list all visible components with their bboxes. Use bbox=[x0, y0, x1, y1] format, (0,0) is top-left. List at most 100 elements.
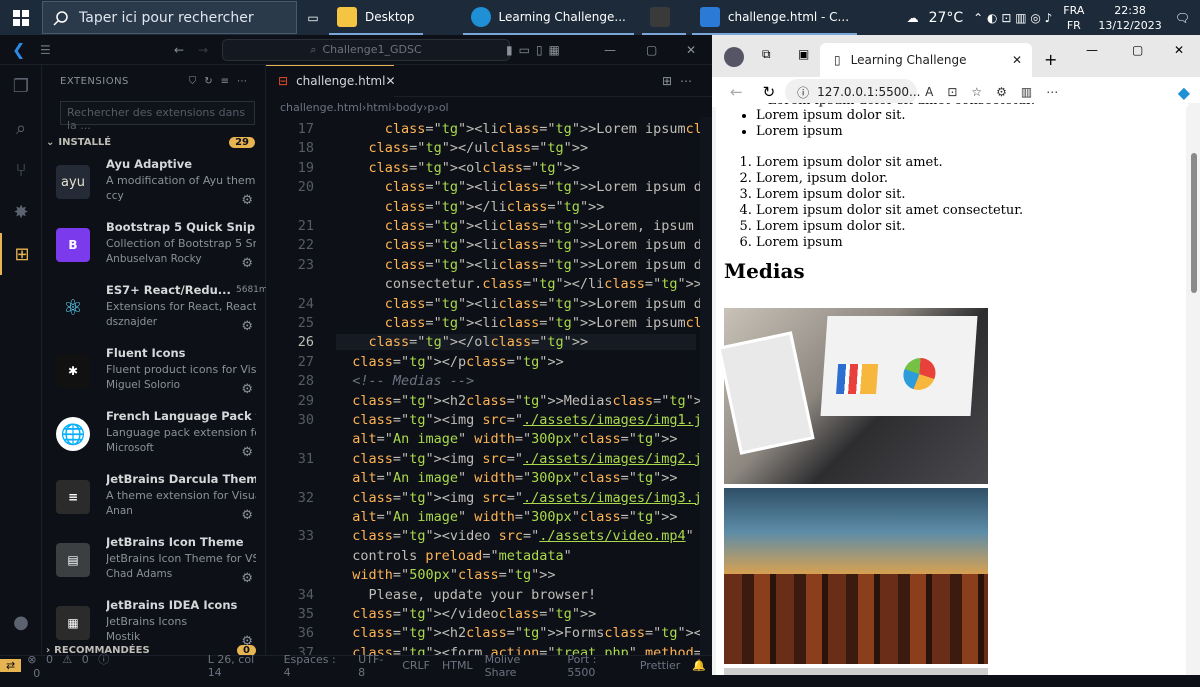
extension-list: ayu Ayu Adaptive A modification of Ayu t… bbox=[42, 153, 272, 657]
breadcrumb-item[interactable]: body bbox=[396, 101, 423, 114]
code-line[interactable]: class="tg"><img src="./assets/images/img… bbox=[336, 490, 726, 506]
filter-icons[interactable]: ⛉↻≡⋯ bbox=[189, 76, 255, 87]
code-line[interactable]: alt="An image" width="300px"class="tg">> bbox=[336, 509, 677, 525]
manage-gear-icon[interactable]: ⚙ bbox=[241, 256, 253, 271]
task-view-icon[interactable]: ▭ bbox=[297, 0, 329, 35]
code-line[interactable]: class="tg"></videoclass="tg">> bbox=[336, 606, 596, 622]
close-tab-icon[interactable]: ✕ bbox=[1012, 53, 1022, 67]
maximize-icon[interactable]: ▢ bbox=[646, 43, 657, 57]
installed-section-header[interactable]: ⌄ INSTALLÉ 29 bbox=[42, 131, 265, 153]
menu-icon[interactable]: ☰ bbox=[40, 43, 51, 57]
browser-tab[interactable]: ▯ Learning Challenge ✕ bbox=[820, 43, 1032, 77]
layout-icons[interactable]: ▮▭▯▦ bbox=[506, 43, 566, 57]
back-arrow-icon[interactable]: ← bbox=[730, 83, 743, 101]
code-line[interactable]: Please, update your browser! bbox=[336, 587, 597, 603]
tray-icons[interactable]: ⌃ ◐ ⊡ ▥ ◎ ♪ bbox=[973, 11, 1052, 25]
close-icon[interactable]: ✕ bbox=[686, 43, 696, 57]
extension-item[interactable]: ≡ JetBrains Darcula Theme A theme extens… bbox=[42, 468, 265, 531]
status-bar: ⇄ ⊗ 0 ⚠ 0 ⓘ 0 L 26, col 14 Espaces : 4 U… bbox=[0, 653, 712, 680]
account-icon[interactable]: ● bbox=[0, 601, 42, 643]
code-line[interactable]: class="tg"></ulclass="tg">> bbox=[336, 140, 589, 156]
command-center[interactable]: ⌕ Challenge1_GDSC bbox=[222, 38, 510, 61]
code-line[interactable]: controls preload="metadata" bbox=[336, 548, 572, 564]
notification-icon[interactable]: 🗨 bbox=[1175, 11, 1190, 25]
extension-description: JetBrains Icon Theme for VS... bbox=[106, 552, 256, 565]
chart-bars bbox=[836, 364, 879, 394]
debug-icon[interactable]: ✸ bbox=[0, 191, 42, 233]
breadcrumb-item[interactable]: ol bbox=[439, 101, 449, 114]
editor-actions-icons[interactable]: ⊞⋯ bbox=[662, 74, 700, 88]
remote-icon[interactable]: ⇄ bbox=[0, 659, 22, 672]
extension-item[interactable]: ayu Ayu Adaptive A modification of Ayu t… bbox=[42, 153, 265, 216]
extension-item[interactable]: ✱ Fluent Icons Fluent product icons for … bbox=[42, 342, 265, 405]
address-bar[interactable]: ⓘ 127.0.0.1:5500... bbox=[785, 79, 920, 105]
manage-gear-icon[interactable]: ⚙ bbox=[241, 193, 253, 208]
explorer-icon[interactable]: ❐ bbox=[0, 65, 42, 107]
code-line[interactable]: class="tg"></liclass="tg">> bbox=[336, 199, 605, 215]
code-line[interactable]: class="tg"><video src="./assets/video.mp… bbox=[336, 528, 693, 544]
manage-gear-icon[interactable]: ⚙ bbox=[241, 508, 253, 523]
manage-gear-icon[interactable]: ⚙ bbox=[241, 382, 253, 397]
bell-icon[interactable]: 🔔 bbox=[692, 659, 706, 672]
breadcrumb-item[interactable]: html bbox=[366, 101, 391, 114]
taskbar-app-vscode[interactable]: challenge.html - C... bbox=[691, 0, 858, 35]
manage-gear-icon[interactable]: ⚙ bbox=[241, 445, 253, 460]
code-line[interactable]: alt="An image" width="300px"class="tg">> bbox=[336, 431, 677, 447]
code-line[interactable]: class="tg"></olclass="tg">> bbox=[336, 334, 696, 351]
code-line[interactable]: <!-- Medias --> bbox=[336, 373, 474, 389]
list-item: Lorem, ipsum dolor. bbox=[756, 171, 1023, 187]
code-line[interactable]: width="500px"class="tg">> bbox=[336, 567, 555, 583]
scrollbar-thumb[interactable] bbox=[1191, 153, 1197, 293]
taskbar-app-explorer[interactable]: Desktop bbox=[329, 0, 423, 35]
extension-item[interactable]: ⚛ ES7+ React/Redu... Extensions for Reac… bbox=[42, 279, 272, 342]
taskbar-search-box[interactable]: Taper ici pour rechercher bbox=[42, 1, 297, 34]
toolbar-icons[interactable]: A⊡☆⚙▥⋯ bbox=[925, 85, 1072, 99]
list-item: Lorem ipsum dolor sit amet consectetur. bbox=[756, 203, 1023, 219]
code-line[interactable]: class="tg"></pclass="tg">> bbox=[336, 354, 563, 370]
breadcrumb-item[interactable]: p bbox=[427, 101, 434, 114]
breadcrumb-item[interactable]: challenge.html bbox=[280, 101, 362, 114]
minimize-icon[interactable]: — bbox=[604, 43, 616, 57]
weather-temp[interactable]: 27°C bbox=[929, 10, 964, 26]
taskbar-app-edge[interactable]: Learning Challenge... bbox=[462, 0, 634, 35]
avatar[interactable] bbox=[724, 47, 744, 67]
end-of-line[interactable]: CRLF bbox=[402, 659, 430, 672]
tab-actions-icon[interactable]: ▣ bbox=[798, 47, 809, 61]
prettier-status[interactable]: Prettier bbox=[640, 659, 680, 672]
code-line[interactable]: class="tg"><img src="./assets/images/img… bbox=[336, 451, 726, 467]
close-icon[interactable]: ✕ bbox=[1174, 43, 1184, 57]
back-arrow-icon[interactable]: ← bbox=[174, 43, 184, 57]
extension-item[interactable]: ▤ JetBrains Icon Theme JetBrains Icon Th… bbox=[42, 531, 265, 594]
code-line[interactable]: consectetur.class="tg"></liclass="tg">> bbox=[336, 276, 702, 292]
tab-challenge-html[interactable]: ⊟ challenge.html ✕ bbox=[266, 64, 396, 97]
copilot-icon[interactable]: ◆ bbox=[1178, 83, 1190, 102]
source-control-icon[interactable]: ⑂ bbox=[0, 149, 42, 191]
page-scrollbar[interactable] bbox=[1188, 103, 1200, 675]
language-indicator[interactable]: FRA FR bbox=[1063, 3, 1084, 33]
extension-item[interactable]: B Bootstrap 5 Quick Snippets Collection … bbox=[42, 216, 265, 279]
code-line[interactable]: alt="An image" width="300px"class="tg">> bbox=[336, 470, 677, 486]
manage-gear-icon[interactable]: ⚙ bbox=[241, 571, 253, 586]
maximize-icon[interactable]: ▢ bbox=[1132, 43, 1143, 57]
code-line[interactable]: class="tg"><img src="./assets/images/img… bbox=[336, 412, 726, 428]
workspaces-icon[interactable]: ⧉ bbox=[762, 47, 771, 62]
forward-arrow-icon[interactable]: → bbox=[198, 43, 208, 57]
language-mode[interactable]: HTML bbox=[442, 659, 473, 672]
code-line[interactable]: class="tg"><olclass="tg">> bbox=[336, 160, 580, 176]
windows-start-icon[interactable] bbox=[0, 0, 42, 35]
problems-status[interactable]: ⊗ 0 ⚠ 0 ⓘ 0 bbox=[27, 651, 131, 680]
minimize-icon[interactable]: — bbox=[1086, 43, 1098, 57]
extension-search-input[interactable]: Rechercher des extensions dans la ... bbox=[60, 101, 255, 132]
extensions-icon[interactable]: ⊞ bbox=[0, 233, 42, 275]
weather-icon[interactable]: ☁ bbox=[907, 11, 919, 25]
refresh-icon[interactable]: ↻ bbox=[763, 83, 776, 101]
search-icon[interactable]: ⌕ bbox=[0, 107, 42, 149]
clock[interactable]: 22:38 13/12/2023 bbox=[1098, 3, 1161, 33]
medias-heading: Medias bbox=[724, 259, 805, 283]
extension-logo-icon: ≡ bbox=[56, 480, 90, 514]
new-tab-icon[interactable]: + bbox=[1044, 50, 1057, 69]
taskbar-app-terminal[interactable] bbox=[641, 0, 686, 35]
extension-item[interactable]: 🌐 French Language Pack for... Language p… bbox=[42, 405, 265, 468]
manage-gear-icon[interactable]: ⚙ bbox=[241, 319, 253, 334]
close-tab-icon[interactable]: ✕ bbox=[385, 74, 395, 88]
